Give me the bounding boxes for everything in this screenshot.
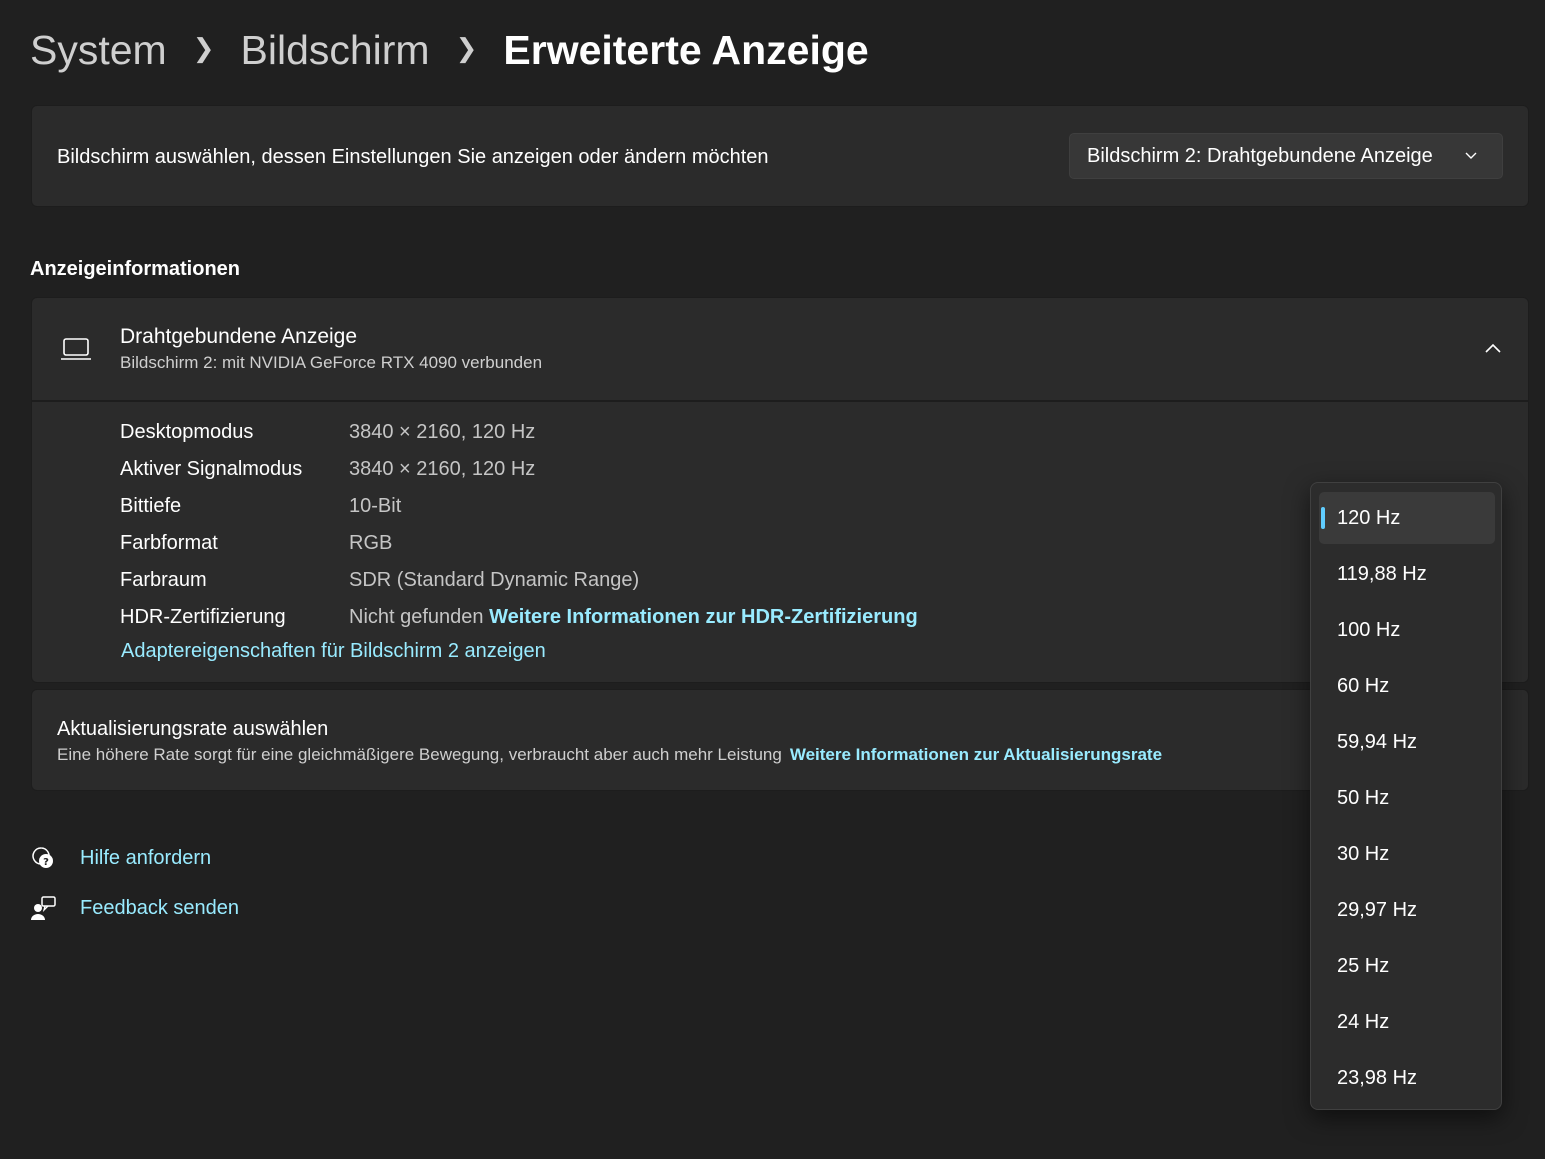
- refresh-rate-title: Aktualisierungsrate auswählen: [57, 718, 329, 740]
- breadcrumb-system[interactable]: System: [30, 27, 167, 74]
- refresh-rate-option[interactable]: 30 Hz: [1319, 828, 1495, 880]
- refresh-rate-option[interactable]: 100 Hz: [1319, 604, 1495, 656]
- info-key: Desktopmodus: [120, 421, 254, 443]
- refresh-rate-description-wrapper: Eine höhere Rate sorgt für eine gleichmä…: [57, 745, 1162, 765]
- display-select-label: Bildschirm auswählen, dessen Einstellung…: [57, 146, 769, 168]
- refresh-rate-card: Aktualisierungsrate auswählen Eine höher…: [31, 689, 1529, 791]
- chevron-down-icon: [1465, 152, 1477, 159]
- laptop-icon: [61, 338, 91, 360]
- info-key: Bittiefe: [120, 495, 182, 517]
- adapter-properties-link[interactable]: Adaptereigenschaften für Bildschirm 2 an…: [121, 640, 546, 663]
- feedback-icon: [31, 896, 56, 920]
- breadcrumb-bildschirm[interactable]: Bildschirm: [241, 27, 430, 74]
- chevron-right-icon: ❯: [192, 32, 215, 63]
- display-info-header[interactable]: Drahtgebundene Anzeige Bildschirm 2: mit…: [31, 297, 1529, 401]
- info-key: Farbformat: [120, 532, 218, 554]
- section-title: Anzeigeinformationen: [30, 258, 241, 280]
- page-title: Erweiterte Anzeige: [503, 26, 869, 73]
- help-icon: ?: [32, 847, 53, 868]
- refresh-rate-flyout: 120 Hz 119,88 Hz 100 Hz 60 Hz 59,94 Hz 5…: [1310, 482, 1502, 1110]
- refresh-rate-description: Eine höhere Rate sorgt für eine gleichmä…: [57, 745, 782, 764]
- refresh-rate-option[interactable]: 23,98 Hz: [1319, 1052, 1495, 1104]
- hdr-info-link[interactable]: Weitere Informationen zur HDR-Zertifizie…: [489, 606, 918, 628]
- display-info-details: Desktopmodus 3840 × 2160, 120 Hz Aktiver…: [31, 401, 1529, 683]
- display-select-card: Bildschirm auswählen, dessen Einstellung…: [31, 105, 1529, 207]
- info-value: 3840 × 2160, 120 Hz: [349, 421, 536, 443]
- info-value-wrapper: Nicht gefunden Weitere Informationen zur…: [349, 602, 918, 632]
- display-info-title: Drahtgebundene Anzeige: [120, 325, 358, 348]
- info-value: RGB: [349, 532, 393, 554]
- refresh-rate-option[interactable]: 24 Hz: [1319, 996, 1495, 1048]
- refresh-rate-option[interactable]: 59,94 Hz: [1319, 716, 1495, 768]
- display-select-value: Bildschirm 2: Drahtgebundene Anzeige: [1087, 144, 1433, 167]
- help-link-label: Hilfe anfordern: [80, 846, 212, 869]
- help-link[interactable]: ? Hilfe anfordern: [30, 845, 211, 871]
- display-select-dropdown[interactable]: Bildschirm 2: Drahtgebundene Anzeige: [1069, 133, 1503, 179]
- info-key: HDR-Zertifizierung: [120, 606, 286, 628]
- refresh-rate-option[interactable]: 29,97 Hz: [1319, 884, 1495, 936]
- refresh-rate-option[interactable]: 60 Hz: [1319, 660, 1495, 712]
- chevron-up-icon[interactable]: [1484, 342, 1502, 354]
- feedback-link[interactable]: Feedback senden: [30, 895, 239, 921]
- refresh-rate-option[interactable]: 119,88 Hz: [1319, 548, 1495, 600]
- info-value: 10-Bit: [349, 495, 402, 517]
- refresh-rate-option-selected[interactable]: 120 Hz: [1319, 492, 1495, 544]
- refresh-rate-option[interactable]: 25 Hz: [1319, 940, 1495, 992]
- info-key: Aktiver Signalmodus: [120, 458, 303, 480]
- chevron-right-icon: ❯: [455, 32, 478, 63]
- feedback-link-label: Feedback senden: [80, 896, 240, 919]
- info-value: 3840 × 2160, 120 Hz: [349, 458, 536, 480]
- info-key: Farbraum: [120, 569, 207, 591]
- svg-text:?: ?: [43, 857, 49, 868]
- display-info-subtitle: Bildschirm 2: mit NVIDIA GeForce RTX 409…: [120, 353, 543, 372]
- info-value: Nicht gefunden: [349, 606, 484, 628]
- breadcrumb: System ❯ Bildschirm ❯ Erweiterte Anzeige: [30, 22, 869, 78]
- refresh-rate-info-link[interactable]: Weitere Informationen zur Aktualisierung…: [790, 745, 1162, 764]
- info-value: SDR (Standard Dynamic Range): [349, 569, 640, 591]
- refresh-rate-option[interactable]: 50 Hz: [1319, 772, 1495, 824]
